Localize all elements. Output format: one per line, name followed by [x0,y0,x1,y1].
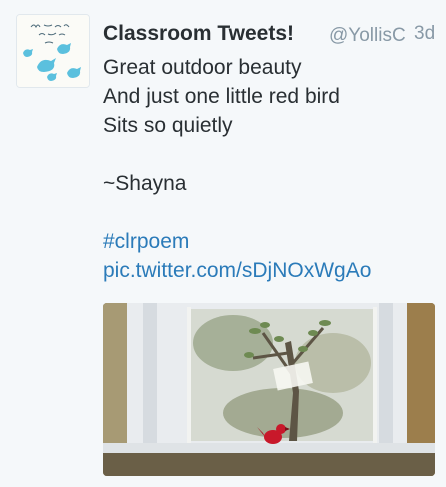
user-handle[interactable]: @YollisC [329,22,419,50]
tweet-line: Great outdoor beauty [103,56,302,79]
display-name[interactable]: Classroom Tweets! [103,20,294,48]
window-photo-image [103,303,435,476]
tweet-header: Classroom Tweets! @YollisC 3d [103,20,438,48]
avatar-drawing-icon [17,15,89,87]
tweet-text: Great outdoor beauty And just one little… [103,53,433,285]
tweet-line: Sits so quietly [103,114,233,137]
hashtag-link[interactable]: #clrpoem [103,227,433,256]
media-photo[interactable] [103,303,435,476]
tweet-line: And just one little red bird [103,85,340,108]
media-link[interactable]: pic.twitter.com/sDjNOxWgAo [103,256,433,285]
tweet-signature: ~Shayna [103,172,187,195]
tweet[interactable]: Classroom Tweets! @YollisC 3d Great outd… [0,0,446,487]
timestamp[interactable]: 3d [412,20,436,48]
tweet-spacer [103,198,433,227]
avatar[interactable] [16,14,90,88]
